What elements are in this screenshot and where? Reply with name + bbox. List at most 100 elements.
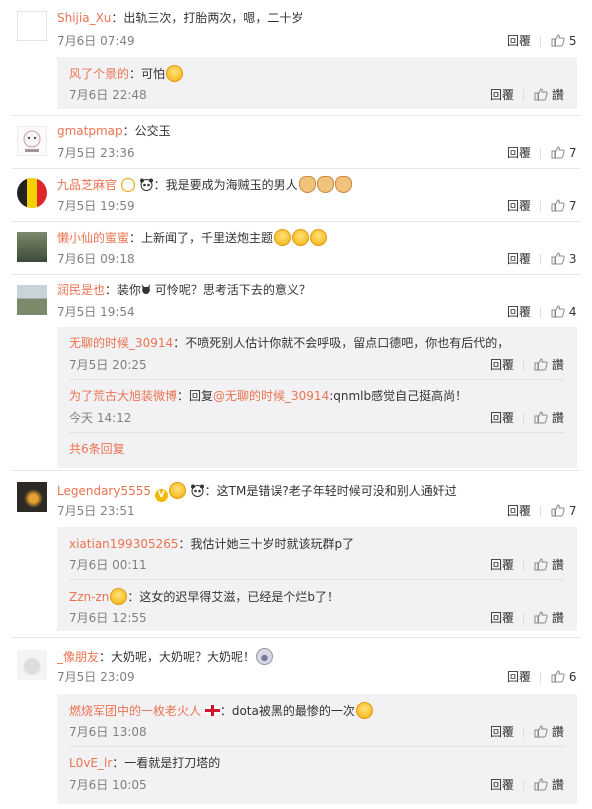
timestamp: 7月5日 23:36 (57, 146, 135, 160)
divider (69, 579, 565, 580)
reply-button[interactable]: 回覆 (490, 557, 514, 573)
thumb-up-icon (534, 725, 548, 738)
avatar[interactable] (17, 285, 47, 315)
like-button[interactable]: 5 (551, 33, 576, 49)
comment-text: 可怜呢？思考活下去的意义？ (151, 283, 311, 297)
like-button[interactable]: 讚 (534, 557, 564, 573)
like-button[interactable]: 讚 (534, 724, 564, 740)
like-button[interactable]: 4 (551, 304, 576, 320)
fear-emoji-icon (166, 65, 184, 82)
avatar[interactable] (17, 650, 47, 680)
timestamp: 7月6日 00:11 (69, 558, 147, 572)
timestamp: 7月5日 23:51 (57, 504, 135, 518)
like-button[interactable]: 讚 (534, 410, 564, 426)
thumb-up-icon (551, 252, 565, 265)
more-replies-link[interactable]: 共6条回复 (69, 441, 125, 457)
divider (69, 746, 565, 747)
reply-button[interactable]: 回覆 (490, 777, 514, 793)
username-link[interactable]: 为了荒古大旭装微博 (69, 389, 177, 403)
username-link[interactable]: Legendary5555 (57, 484, 151, 498)
like-count: 4 (568, 305, 577, 319)
username-link[interactable]: 润民是也 (57, 283, 105, 297)
reply-text: ：dota被黑的最惨的一次 (219, 704, 355, 718)
like-label: 讚 (551, 611, 564, 625)
reply-button[interactable]: 回覆 (490, 610, 514, 626)
username-link[interactable]: xiatian199305265 (69, 537, 179, 551)
comment-text: ：这TM是错误?老子年轻时候可没和别人通奸过 (204, 484, 457, 498)
thumb-up-icon (551, 34, 565, 47)
like-count: 5 (568, 34, 577, 48)
avatar[interactable] (17, 126, 47, 156)
username-link[interactable]: 燃烧军团中的一枚老火人 (69, 704, 201, 718)
vip-emoji-icon (110, 588, 128, 605)
avatar[interactable] (17, 232, 47, 262)
username-link[interactable]: 九品芝麻官 (57, 178, 117, 192)
divider (540, 148, 541, 159)
thumb-up-icon (534, 611, 548, 624)
england-flag-icon (204, 704, 221, 717)
reply-button[interactable]: 回覆 (490, 410, 514, 426)
like-label: 讚 (551, 725, 564, 739)
username-link[interactable]: 无聊的时候_30914 (69, 336, 173, 350)
like-button[interactable]: 讚 (534, 610, 564, 626)
comment-text: ：大奶呢，大奶呢？大奶呢！ (99, 650, 256, 664)
comment-item: Legendary5555 V ：这TM是错误?老子年轻时候可没和别人通奸过 7… (0, 471, 592, 635)
username-link[interactable]: _像朋友 (57, 650, 99, 664)
reply-button[interactable]: 回覆 (507, 198, 531, 214)
thumb-up-icon (534, 778, 548, 791)
reply-button[interactable]: 回覆 (507, 145, 531, 161)
username-link[interactable]: Shijia_Xu (57, 11, 111, 25)
username-link[interactable]: L0vE_lr (69, 756, 112, 770)
divider (523, 560, 524, 571)
avatar[interactable] (17, 482, 47, 512)
shocked-emoji-icon (310, 229, 328, 246)
username-link[interactable]: 懒小仙的蜜蜜 (57, 231, 129, 245)
reply-text: ：我估计她三十岁时就该玩群p了 (178, 537, 355, 551)
like-button[interactable]: 7 (551, 145, 576, 161)
timestamp: 7月6日 10:05 (69, 778, 147, 792)
like-button[interactable]: 7 (551, 198, 576, 214)
divider (523, 360, 524, 371)
username-link[interactable]: gmatpmap (57, 124, 123, 138)
reply-text: ：不喷死别人估计你就不会呼吸，留点口德吧，你也有后代的， (173, 336, 510, 350)
timestamp: 7月5日 19:54 (57, 305, 135, 319)
reply-button[interactable]: 回覆 (507, 669, 531, 685)
like-button[interactable]: 讚 (534, 87, 564, 103)
username-link[interactable]: Zzn-zn (69, 590, 109, 604)
comment-item: gmatpmap：公交玉 7月5日 23:36 回覆 7 (0, 116, 592, 168)
comment-text: ：出轨三次，打胎两次，嗯，二十岁 (111, 11, 304, 25)
divider (523, 413, 524, 424)
timestamp: 7月5日 23:09 (57, 670, 135, 684)
panda-badge-icon (139, 178, 153, 191)
like-count: 7 (568, 504, 577, 518)
member-badge-icon (120, 178, 135, 192)
divider (540, 36, 541, 47)
thumb-up-icon (534, 558, 548, 571)
reply-button[interactable]: 回覆 (507, 304, 531, 320)
mention-link[interactable]: @无聊的时候_30914 (213, 389, 329, 403)
cat-emoji-icon (316, 176, 334, 193)
like-button[interactable]: 讚 (534, 357, 564, 373)
divider (523, 90, 524, 101)
avatar[interactable] (17, 178, 47, 208)
thumb-up-icon (534, 358, 548, 371)
like-button[interactable]: 讚 (534, 777, 564, 793)
cat-emoji-icon (298, 176, 316, 193)
avatar[interactable] (17, 11, 47, 41)
comment-item: 九品芝麻官 ：我是要成为海贼玉的男人 7月5日 19:59 回覆 7 (0, 169, 592, 221)
reply-button[interactable]: 回覆 (507, 503, 531, 519)
reply-button[interactable]: 回覆 (490, 724, 514, 740)
reply-button[interactable]: 回覆 (490, 357, 514, 373)
reply-box: xiatian199305265：我估计她三十岁时就该玩群p了 7月6日 00:… (57, 527, 577, 631)
timestamp: 7月6日 09:18 (57, 252, 135, 266)
like-button[interactable]: 6 (551, 669, 576, 685)
like-button[interactable]: 3 (551, 251, 576, 267)
like-button[interactable]: 7 (551, 503, 576, 519)
reply-button[interactable]: 回覆 (507, 251, 531, 267)
like-label: 讚 (551, 88, 564, 102)
username-link[interactable]: 风了个景的 (69, 67, 129, 81)
reply-button[interactable]: 回覆 (507, 33, 531, 49)
divider (540, 201, 541, 212)
timestamp: 今天 14:12 (69, 411, 132, 425)
reply-button[interactable]: 回覆 (490, 87, 514, 103)
